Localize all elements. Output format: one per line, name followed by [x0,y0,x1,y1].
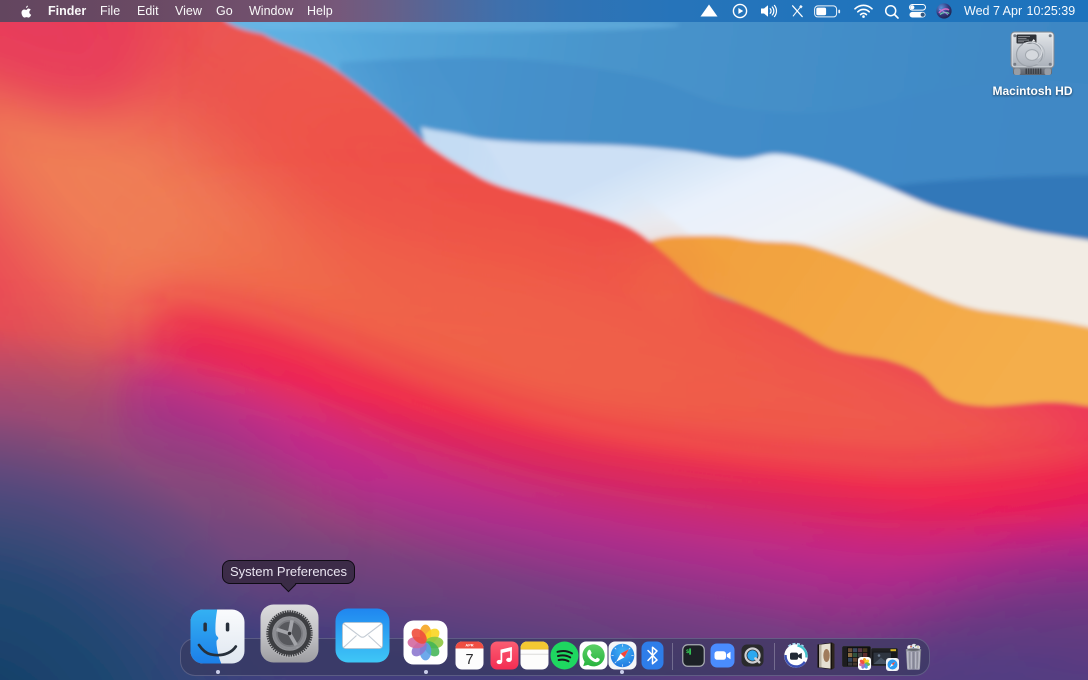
svg-text:$▌: $▌ [686,648,693,655]
svg-text:7: 7 [465,652,473,668]
svg-text:APR: APR [465,643,473,648]
